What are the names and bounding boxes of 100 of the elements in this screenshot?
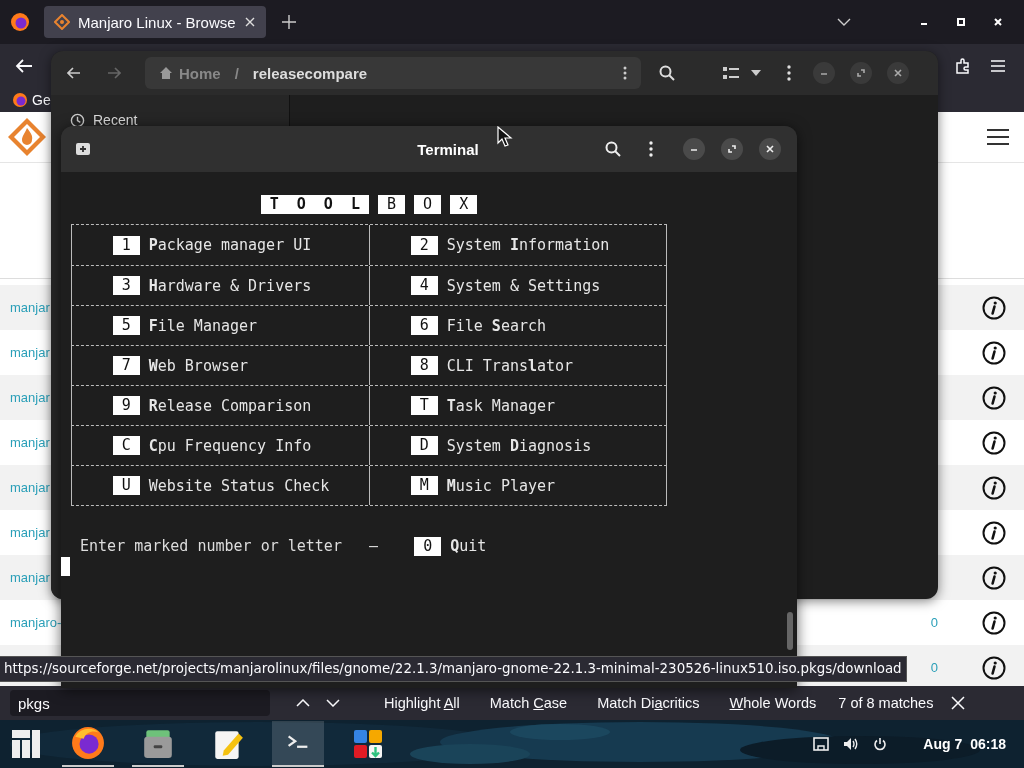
forward-arrow-icon[interactable] — [107, 67, 121, 79]
grid-logo-icon — [10, 728, 42, 760]
close-button[interactable] — [759, 138, 781, 160]
text-cursor — [61, 557, 70, 576]
volume-icon[interactable] — [843, 737, 860, 751]
path-separator: / — [234, 64, 239, 82]
key-label: M — [410, 476, 438, 495]
close-button[interactable] — [887, 62, 909, 84]
banner-letter: B — [378, 194, 406, 214]
search-icon[interactable] — [659, 65, 675, 81]
bookmark-item[interactable]: Ge — [12, 92, 51, 108]
mouse-pointer-icon — [497, 126, 513, 148]
plus-icon[interactable] — [282, 15, 296, 29]
puzzle-icon[interactable] — [954, 57, 972, 75]
info-icon[interactable] — [982, 385, 1006, 410]
logo-icon[interactable] — [7, 117, 47, 157]
key-label: D — [410, 436, 438, 455]
minimize-button[interactable] — [683, 138, 705, 160]
download-count: 0 — [930, 660, 938, 675]
maximize-icon[interactable] — [956, 17, 966, 27]
maximize-button[interactable] — [850, 62, 872, 84]
separator-dash: – — [369, 537, 380, 555]
maximize-icon — [856, 68, 866, 78]
info-icon[interactable] — [982, 655, 1006, 680]
list-view-icon[interactable] — [723, 67, 739, 79]
find-option[interactable]: Whole Words — [729, 695, 817, 711]
path-crumb[interactable]: releasecompare — [252, 64, 368, 82]
terminal-launcher[interactable] — [272, 721, 324, 767]
window-title: Terminal — [417, 140, 479, 158]
close-icon[interactable] — [244, 16, 256, 28]
chevron-down-icon[interactable] — [837, 18, 851, 26]
more-icon[interactable] — [649, 141, 653, 157]
download-count: 0 — [930, 615, 938, 630]
network-icon[interactable] — [813, 737, 830, 751]
key-label: T — [410, 396, 438, 415]
info-icon[interactable] — [982, 340, 1006, 365]
link-status-url: https://sourceforge.net/projects/manjarolinux/files/gnome/22.1.3/manjaro-gnome-22.1.3-minimal-230526-linux510.iso.pkgs/download — [0, 656, 907, 682]
info-icon[interactable] — [982, 295, 1006, 320]
caret-icon[interactable] — [751, 70, 761, 76]
info-icon[interactable] — [982, 475, 1006, 500]
key-label: 5 — [112, 316, 140, 335]
menu-option: Hardware & Drivers — [148, 276, 312, 295]
clock[interactable]: Aug 7 06:18 — [923, 736, 1006, 752]
key-label: 7 — [112, 356, 140, 375]
home-icon — [159, 66, 173, 80]
menu-option: Web Browser — [148, 356, 249, 375]
browser-tab[interactable]: Manjaro Linux - Browse — [44, 6, 266, 38]
clock-icon — [70, 112, 85, 128]
info-icon[interactable] — [982, 520, 1006, 545]
menu-option: System Information — [446, 236, 610, 254]
menu-icon[interactable] — [987, 129, 1009, 145]
tab-title: Manjaro Linux - Browse — [78, 13, 236, 31]
back-arrow-icon[interactable] — [67, 67, 81, 79]
scrollbar-thumb[interactable] — [787, 612, 793, 650]
key-label: 9 — [112, 396, 140, 415]
menu-option: Quit — [450, 537, 487, 555]
app-grid-icon — [352, 728, 384, 760]
firefox-icon[interactable] — [10, 12, 30, 32]
menu-option: Cpu Frequency Info — [148, 436, 312, 455]
menu-option: Package manager UI — [148, 236, 312, 254]
new-tab-icon[interactable] — [75, 142, 91, 156]
find-option[interactable]: Highlight All — [384, 695, 460, 711]
close-icon — [893, 68, 903, 78]
key-label: 4 — [410, 276, 438, 295]
match-count: 7 of 8 matches — [838, 695, 934, 711]
banner-letter: O — [414, 194, 442, 214]
maximize-button[interactable] — [721, 138, 743, 160]
menu-option: Release Comparison — [148, 396, 312, 415]
maximize-icon — [727, 144, 737, 154]
menu-option: Task Manager — [446, 396, 556, 415]
chevron-up-icon[interactable] — [296, 699, 310, 707]
menu-option: System & Settings — [446, 276, 601, 295]
banner-letter: T O O L — [260, 194, 369, 214]
menu-option: Music Player — [446, 476, 556, 495]
find-option[interactable]: Match Case — [489, 695, 568, 711]
key-label: 1 — [112, 235, 140, 255]
more-icon[interactable] — [623, 66, 627, 80]
find-option[interactable]: Match Diacritics — [597, 695, 700, 711]
menu-option: CLI Translator — [446, 356, 574, 375]
menu-option: File Search — [446, 316, 547, 335]
info-icon[interactable] — [982, 610, 1006, 635]
key-label: 3 — [112, 276, 140, 295]
key-label: 2 — [410, 235, 438, 255]
sidebar-item[interactable]: Recent — [70, 112, 289, 128]
path-bar[interactable]: Home / releasecompare — [145, 57, 641, 89]
more-icon[interactable] — [787, 65, 791, 81]
key-label: 8 — [410, 356, 438, 375]
firefox-icon — [71, 726, 105, 760]
find-field[interactable]: pkgs — [10, 690, 270, 716]
minimize-button[interactable] — [813, 62, 835, 84]
menu-option: File Manager — [148, 316, 258, 335]
search-icon[interactable] — [605, 141, 621, 157]
banner-letter: X — [450, 194, 478, 214]
info-icon[interactable] — [982, 430, 1006, 455]
info-icon[interactable] — [982, 565, 1006, 590]
firefox-icon — [12, 92, 28, 108]
close-icon — [765, 144, 775, 154]
prompt-text: Enter marked number or letter — [80, 537, 343, 555]
power-icon[interactable] — [873, 737, 888, 751]
key-label: C — [112, 436, 140, 455]
